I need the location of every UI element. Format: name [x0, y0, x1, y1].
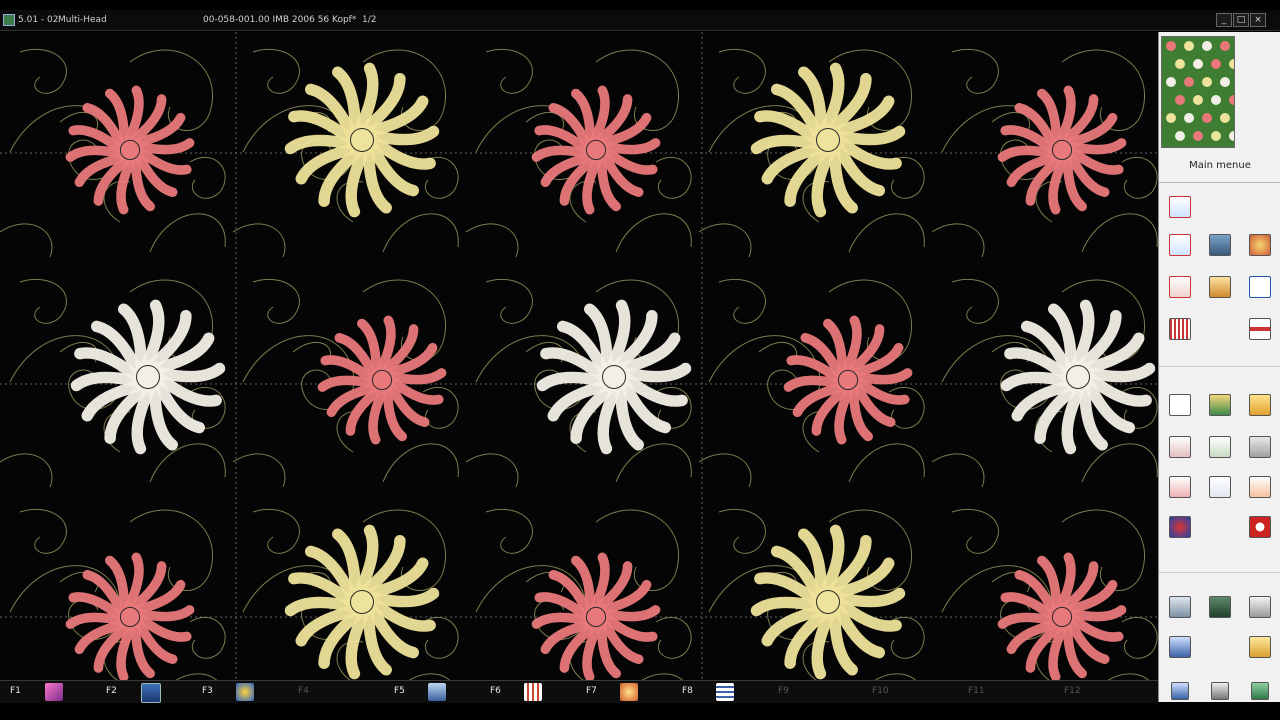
- thumbnail-motif: [1193, 131, 1203, 141]
- help-tool[interactable]: [1245, 512, 1275, 542]
- embroidery-design[interactable]: [0, 32, 1158, 680]
- tools-tool[interactable]: [1205, 676, 1235, 706]
- thumbnail-motif: [1220, 77, 1230, 87]
- thumbnail-motif: [1175, 131, 1185, 141]
- fkey-f11: F11: [968, 686, 985, 696]
- thumbnail-motif: [1166, 41, 1176, 51]
- grid-edit-tool[interactable]: [1165, 230, 1195, 260]
- flower-center: [350, 590, 374, 614]
- fkey-f9: F9: [778, 686, 789, 696]
- thumbnail-motif: [1175, 59, 1185, 69]
- design-file-icon[interactable]: [45, 683, 63, 701]
- thumbnail-motif: [1184, 41, 1194, 51]
- flower-center: [119, 606, 141, 628]
- mode-label: Multi-Head: [58, 15, 107, 25]
- flower-center: [585, 139, 607, 161]
- thumbnail-motif: [1211, 131, 1221, 141]
- flower-center: [1066, 365, 1090, 389]
- main-menu-title: Main menue: [1189, 160, 1251, 171]
- flower-center: [1051, 139, 1073, 161]
- flower-center: [350, 128, 374, 152]
- app-icon: [3, 14, 15, 26]
- flower-center: [816, 128, 840, 152]
- design-grid-tool[interactable]: [1165, 192, 1195, 222]
- transform-icon[interactable]: [620, 683, 638, 701]
- thumbnail-motif: [1202, 77, 1212, 87]
- exit-tool[interactable]: [1165, 676, 1195, 706]
- thumbnail-motif: [1202, 113, 1212, 123]
- side-panel-footer: [1158, 680, 1280, 702]
- design-preview-thumbnail[interactable]: [1161, 36, 1235, 148]
- layout-icon[interactable]: [716, 683, 734, 701]
- image-view-icon[interactable]: [428, 683, 446, 701]
- fkey-f6[interactable]: F6: [490, 686, 501, 696]
- fkey-f8[interactable]: F8: [682, 686, 693, 696]
- notes-tool[interactable]: [1205, 472, 1235, 502]
- close-button[interactable]: ×: [1250, 13, 1266, 27]
- thumbnail-motif: [1193, 95, 1203, 105]
- grid-view-icon[interactable]: [524, 683, 542, 701]
- file-status-label: 00-058-001.00 IMB 2006 56 Kopf*: [203, 15, 357, 25]
- fkey-f10: F10: [872, 686, 889, 696]
- thumbnail-motif: [1220, 41, 1230, 51]
- side-panel: Main menue: [1158, 32, 1280, 680]
- monitor-tool[interactable]: [1205, 592, 1235, 622]
- color-shapes-icon[interactable]: [236, 683, 254, 701]
- fkey-f4: F4: [298, 686, 309, 696]
- version-label: 5.01 - 02: [18, 15, 59, 25]
- thumbnail-motif: [1211, 95, 1221, 105]
- open-folder-tool[interactable]: [1245, 390, 1275, 420]
- export-tool[interactable]: [1205, 432, 1235, 462]
- page-indicator: 1/2: [362, 15, 377, 25]
- save-disk-icon[interactable]: [141, 683, 161, 703]
- settings-tool[interactable]: [1245, 632, 1275, 662]
- flower-center: [119, 139, 141, 161]
- import-tool[interactable]: [1165, 432, 1195, 462]
- scanner-tool[interactable]: [1165, 592, 1195, 622]
- title-bar: 5.01 - 02 Multi-Head 00-058-001.00 IMB 2…: [0, 10, 1280, 31]
- maximize-button[interactable]: □: [1233, 13, 1249, 27]
- thumbnail-motif: [1166, 113, 1176, 123]
- machine-tool[interactable]: [1245, 472, 1275, 502]
- printer-tool[interactable]: [1245, 592, 1275, 622]
- thumbnail-motif: [1202, 41, 1212, 51]
- function-key-bar: F1 F2 F3 F4 F5 F6 F7 F8 F9 F10 F11 F12: [0, 680, 1158, 703]
- thumbnail-motif: [1211, 59, 1221, 69]
- thumbnail-motif: [1184, 113, 1194, 123]
- user-tool[interactable]: [1165, 512, 1195, 542]
- stitch-fill-tool[interactable]: [1165, 314, 1195, 344]
- thumbnail-motif: [1175, 95, 1185, 105]
- ruler-tool[interactable]: [1245, 314, 1275, 344]
- fkey-f1[interactable]: F1: [10, 686, 21, 696]
- flower-center: [585, 606, 607, 628]
- new-file-tool[interactable]: [1165, 390, 1195, 420]
- flower-center: [837, 369, 859, 391]
- thumbnail-motif: [1193, 59, 1203, 69]
- pattern-tool[interactable]: [1165, 272, 1195, 302]
- rotate-tool[interactable]: [1205, 272, 1235, 302]
- open-image-tool[interactable]: [1205, 390, 1235, 420]
- flower-center: [136, 365, 160, 389]
- color-card-tool[interactable]: [1165, 472, 1195, 502]
- fkey-f3[interactable]: F3: [202, 686, 213, 696]
- network-tool[interactable]: [1165, 632, 1195, 662]
- thumbnail-motif: [1166, 77, 1176, 87]
- flower-center: [816, 590, 840, 614]
- fkey-f7[interactable]: F7: [586, 686, 597, 696]
- palette-tool[interactable]: [1245, 230, 1275, 260]
- embroidery-canvas[interactable]: [0, 32, 1158, 680]
- thumbnail-motif: [1184, 77, 1194, 87]
- flower-center: [371, 369, 393, 391]
- thumbnail-motif: [1220, 113, 1230, 123]
- lettering-tool[interactable]: [1245, 272, 1275, 302]
- flower-center: [1051, 606, 1073, 628]
- minimize-button[interactable]: _: [1216, 13, 1232, 27]
- archive-tool[interactable]: [1245, 432, 1275, 462]
- calculator-tool[interactable]: [1205, 230, 1235, 260]
- fkey-f2[interactable]: F2: [106, 686, 117, 696]
- flower-center: [602, 365, 626, 389]
- fkey-f5[interactable]: F5: [394, 686, 405, 696]
- logout-tool[interactable]: [1245, 676, 1275, 706]
- fkey-f12: F12: [1064, 686, 1081, 696]
